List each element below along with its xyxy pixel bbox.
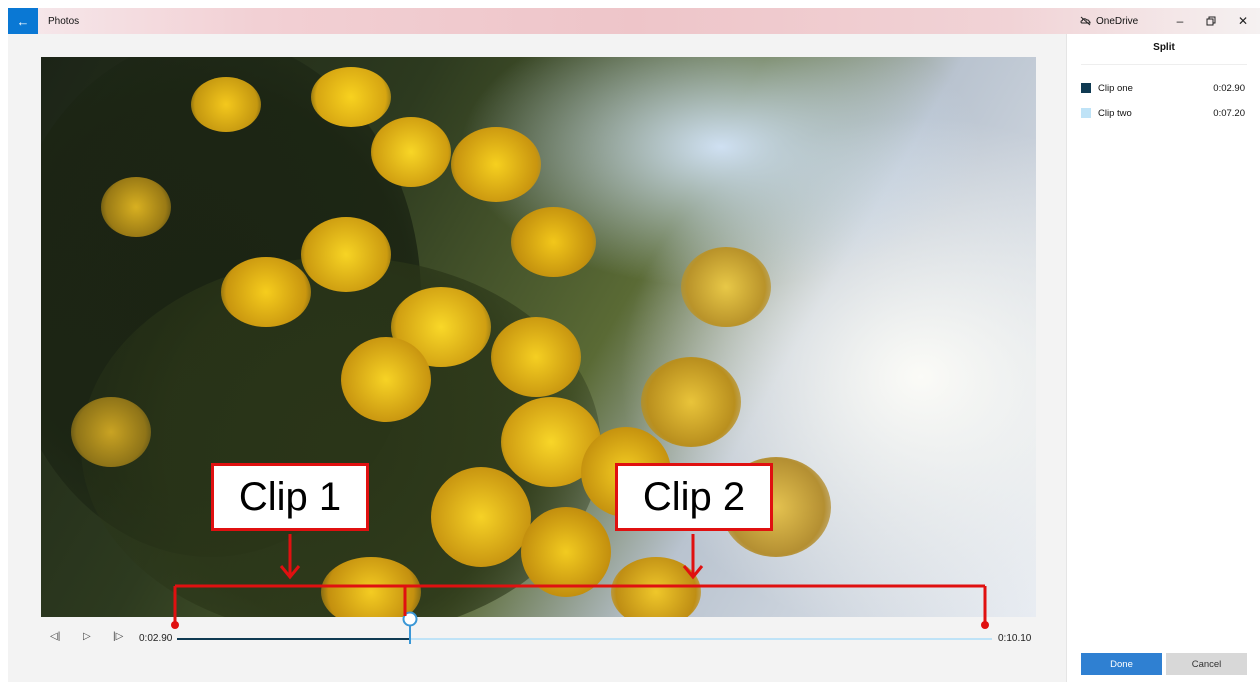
done-button[interactable]: Done: [1081, 653, 1162, 675]
annotation-end-dot: [981, 621, 989, 629]
clip-two-duration: 0:07.20: [1213, 107, 1245, 119]
clip-one-duration: 0:02.90: [1213, 82, 1245, 94]
clip-one-swatch: [1081, 83, 1091, 93]
clip1-callout: Clip 1: [211, 463, 369, 531]
panel-title: Split: [1153, 42, 1175, 53]
clip-two-label: Clip two: [1098, 107, 1132, 119]
clip1-callout-label: Clip 1: [238, 474, 342, 519]
clip-two-row: Clip two 0:07.20: [1081, 106, 1245, 120]
panel-divider: [1081, 64, 1247, 65]
clip-one-label: Clip one: [1098, 82, 1133, 94]
clip2-callout-label: Clip 2: [642, 474, 746, 519]
cancel-button[interactable]: Cancel: [1166, 653, 1247, 675]
annotation-start-dot: [171, 621, 179, 629]
clip-two-swatch: [1081, 108, 1091, 118]
clip2-callout: Clip 2: [615, 463, 773, 531]
clip-one-row: Clip one 0:02.90: [1081, 81, 1245, 95]
split-panel: Split Clip one 0:02.90 Clip two 0:07.20 …: [1066, 34, 1260, 682]
clip-annotation-bracket: [173, 534, 987, 624]
